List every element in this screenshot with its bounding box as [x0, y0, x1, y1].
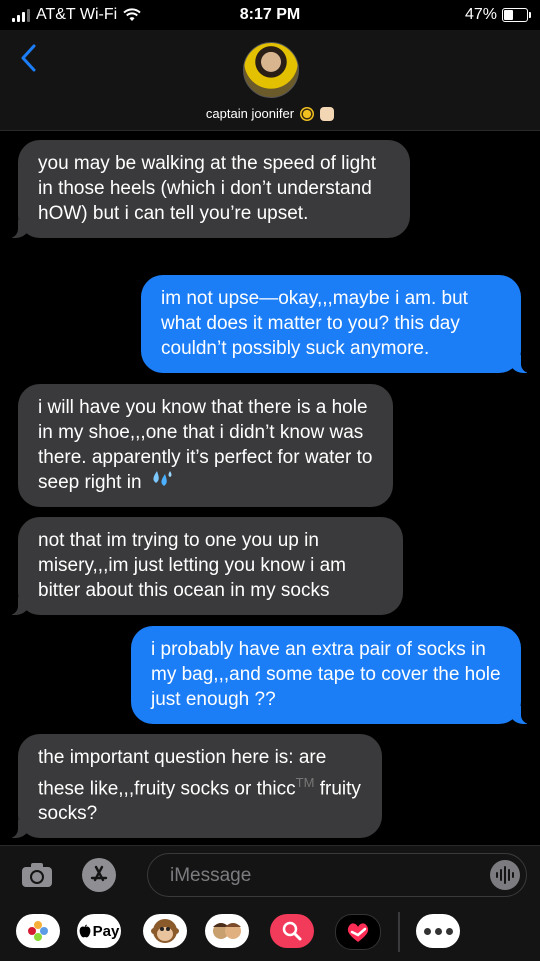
battery-indicator: 47% [464, 6, 531, 24]
sweat-droplets-icon [151, 470, 173, 495]
digital-touch-icon[interactable] [335, 914, 381, 950]
audio-message-icon[interactable] [490, 860, 520, 890]
conversation-header: captain joonifer [0, 30, 540, 131]
message-input-container[interactable] [147, 853, 527, 897]
apple-pay-label: Pay [92, 922, 120, 940]
message-text: the important question here is: are thes… [38, 747, 327, 800]
message-text: im not upse—okay,,,maybe i am. but what … [161, 288, 468, 359]
message-text: you may be walking at the speed of light… [38, 153, 376, 224]
memoji-stickers-icon[interactable] [205, 914, 249, 948]
message-bubble-outgoing[interactable]: i probably have an extra pair of socks i… [131, 626, 535, 724]
app-store-icon[interactable] [82, 858, 116, 892]
app-drawer-divider [398, 912, 400, 952]
back-chevron-icon[interactable] [16, 44, 44, 72]
battery-percent: 47% [464, 6, 497, 23]
message-text: i will have you know that there is a hol… [38, 397, 373, 493]
more-apps-icon[interactable] [416, 914, 460, 948]
apple-pay-button[interactable]: Pay [77, 914, 121, 948]
image-search-icon[interactable] [270, 914, 314, 948]
apple-logo-icon [79, 924, 91, 938]
message-bubble-incoming[interactable]: not that im trying to one you up in mise… [4, 517, 403, 615]
bee-emoji-icon [300, 106, 315, 121]
trademark-mark: TM [295, 775, 315, 790]
message-text: not that im trying to one you up in mise… [38, 530, 346, 601]
imessage-app-drawer: Pay [0, 912, 540, 952]
message-bubble-outgoing[interactable]: im not upse—okay,,,maybe i am. but what … [141, 275, 535, 373]
message-input[interactable] [168, 860, 472, 892]
photos-app-icon[interactable] [16, 914, 60, 948]
contact-title[interactable]: captain joonifer [0, 106, 540, 121]
message-bubble-incoming[interactable]: you may be walking at the speed of light… [4, 140, 410, 238]
contact-name: captain joonifer [205, 106, 295, 121]
message-text: i probably have an extra pair of socks i… [151, 639, 501, 710]
camera-icon[interactable] [21, 862, 53, 888]
composer-bar: Pay [0, 845, 540, 961]
message-bubble-incoming[interactable]: i will have you know that there is a hol… [18, 384, 393, 508]
battery-icon [502, 8, 531, 22]
contact-avatar[interactable] [243, 42, 299, 98]
message-bubble-incoming[interactable]: the important question here is: are thes… [4, 734, 382, 839]
clock: 8:17 PM [239, 6, 301, 23]
fist-emoji-icon [320, 106, 335, 121]
status-bar: AT&T Wi-Fi 8:17 PM 47% [0, 0, 540, 30]
animoji-monkey-icon[interactable] [143, 914, 187, 948]
